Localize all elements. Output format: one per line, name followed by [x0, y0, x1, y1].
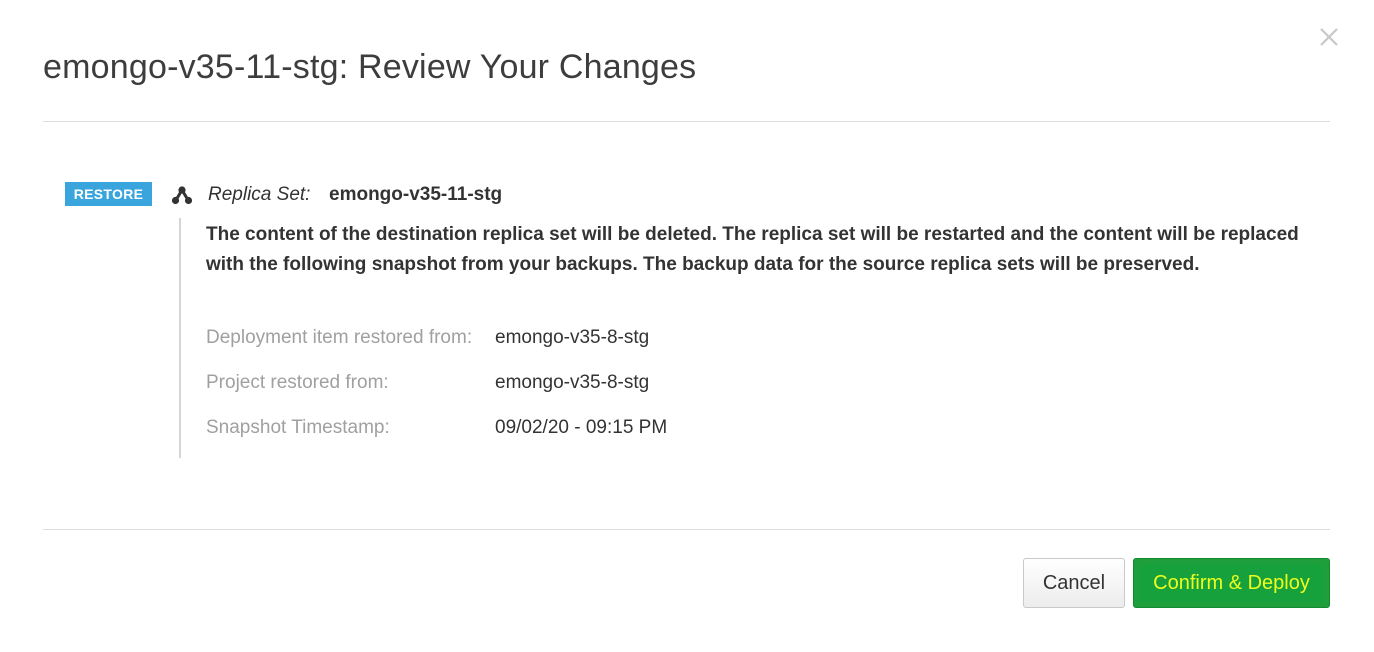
close-button[interactable] [1316, 24, 1342, 50]
dialog-title: emongo-v35-11-stg: Review Your Changes [43, 48, 697, 86]
confirm-deploy-button[interactable]: Confirm & Deploy [1133, 558, 1330, 608]
cancel-button[interactable]: Cancel [1023, 558, 1125, 608]
detail-label: Deployment item restored from: [206, 327, 473, 348]
replica-set-name: emongo-v35-11-stg [329, 184, 503, 205]
restore-warning-text: The content of the destination replica s… [206, 224, 1299, 275]
replica-set-icon [171, 186, 193, 205]
detail-value: emongo-v35-8-stg [495, 327, 650, 348]
detail-label: Project restored from: [206, 372, 389, 393]
replica-set-label: Replica Set: [208, 184, 311, 205]
detail-value: 09/02/20 - 09:15 PM [495, 417, 668, 438]
confirm-deploy-label: Confirm & Deploy [1139, 564, 1324, 602]
detail-value: emongo-v35-8-stg [495, 372, 650, 393]
detail-label: Snapshot Timestamp: [206, 417, 390, 438]
detail-left-rule [179, 218, 181, 458]
close-icon [1320, 28, 1338, 46]
review-changes-dialog: emongo-v35-11-stg: Review Your Changes R… [0, 0, 1374, 652]
header-divider [43, 121, 1330, 122]
footer-divider [43, 529, 1330, 530]
restore-badge: RESTORE [65, 182, 152, 206]
